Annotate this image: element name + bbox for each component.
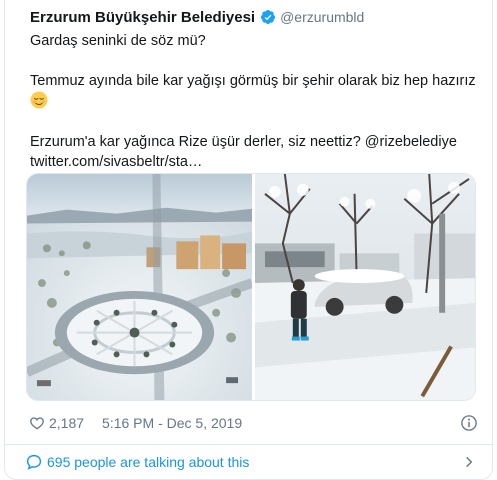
tweet-line-3: Erzurum'a kar yağınca Rize üşür derler, …: [30, 134, 457, 150]
conversation-count-label: 695 people are talking about this: [47, 454, 250, 470]
snowy-street-shoveling-photo[interactable]: [254, 174, 475, 400]
heart-icon[interactable]: [29, 415, 45, 431]
speech-bubble-icon: [26, 454, 42, 470]
tweet-line-1: Gardaş seninki de söz mü?: [30, 33, 206, 49]
timestamp[interactable]: 5:16 PM - Dec 5, 2019: [102, 415, 242, 431]
like-count[interactable]: 2,187: [49, 415, 84, 431]
chevron-right-icon: [466, 456, 473, 468]
tweet-text: Gardaş seninki de söz mü? Temmuz ayında …: [30, 31, 490, 172]
conversation-link[interactable]: 695 people are talking about this: [5, 445, 492, 479]
tweet-line-emoji: [30, 91, 490, 112]
embedded-tweet-card: Erzurum Büyükşehir Belediyesi @erzurumbl…: [4, 0, 493, 480]
tweet-header: Erzurum Büyükşehir Belediyesi @erzurumbl…: [30, 7, 364, 27]
tweet-meta: 2,187 5:16 PM - Dec 5, 2019: [29, 413, 242, 433]
relieved-face-emoji-icon: [30, 91, 48, 109]
tweet-line-2: Temmuz ayında bile kar yağışı görmüş bir…: [30, 73, 476, 89]
verified-badge-icon: [261, 10, 276, 24]
user-handle[interactable]: @erzurumbld: [280, 9, 364, 25]
tweet-link[interactable]: twitter.com/sivasbeltr/sta…: [30, 152, 490, 172]
info-icon[interactable]: [460, 414, 478, 432]
snowy-aerial-roundabout-photo[interactable]: [27, 174, 252, 400]
display-name[interactable]: Erzurum Büyükşehir Belediyesi: [30, 9, 255, 26]
tweet-media[interactable]: [26, 173, 476, 401]
